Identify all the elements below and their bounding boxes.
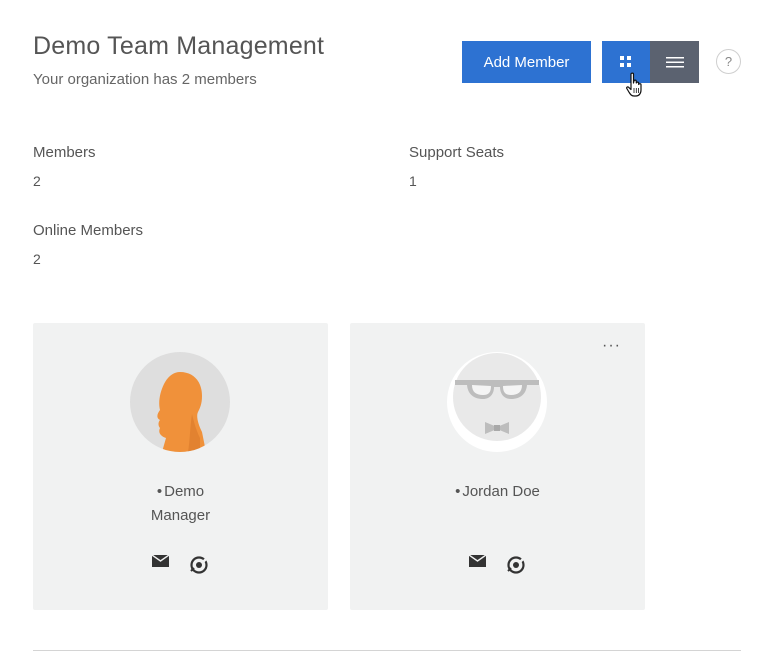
member-name: • Demo Manager xyxy=(33,480,328,528)
stat-label: Members xyxy=(33,144,96,161)
stat-label: Support Seats xyxy=(409,144,505,161)
divider xyxy=(33,650,741,651)
stat-label: Online Members xyxy=(33,222,144,239)
member-count-subtitle: Your organization has 2 members xyxy=(33,71,257,88)
card-actions xyxy=(350,555,645,575)
member-name: • Jordan Doe xyxy=(455,483,540,500)
stat-support-seats: Support Seats 1 xyxy=(409,144,504,189)
stat-members: Members 2 xyxy=(33,144,96,189)
add-member-button[interactable]: Add Member xyxy=(462,41,591,83)
stat-value: 2 xyxy=(33,173,41,189)
page-header: Demo Team Management Your organization h… xyxy=(33,32,324,88)
avatar xyxy=(130,352,230,452)
member-name-first: Jordan Doe xyxy=(462,483,540,500)
more-options-button[interactable]: ··· xyxy=(602,337,621,355)
member-card[interactable]: • Demo Manager xyxy=(33,323,328,610)
list-view-button[interactable] xyxy=(650,41,699,83)
list-icon xyxy=(665,56,684,67)
member-name-second: Manager xyxy=(150,507,211,524)
email-icon[interactable] xyxy=(469,555,486,575)
help-button[interactable]: ? xyxy=(716,49,741,74)
member-card[interactable]: ··· • Jordan Doe xyxy=(350,323,645,610)
member-name-first: Demo xyxy=(164,483,205,500)
remote-support-icon[interactable] xyxy=(506,555,526,575)
grid-icon xyxy=(620,56,631,67)
avatar xyxy=(447,352,547,452)
stat-value: 2 xyxy=(33,251,41,267)
stat-online-members: Online Members 2 xyxy=(33,222,143,267)
stat-value: 1 xyxy=(409,173,417,189)
remote-support-icon[interactable] xyxy=(189,555,209,575)
email-icon[interactable] xyxy=(152,555,169,575)
page-title: Demo Team Management xyxy=(33,32,325,60)
hand-cursor-icon xyxy=(626,72,642,97)
view-toggle xyxy=(602,41,699,83)
default-avatar-icon xyxy=(447,352,547,452)
card-actions xyxy=(33,555,328,575)
orange-avatar-icon xyxy=(130,352,230,452)
